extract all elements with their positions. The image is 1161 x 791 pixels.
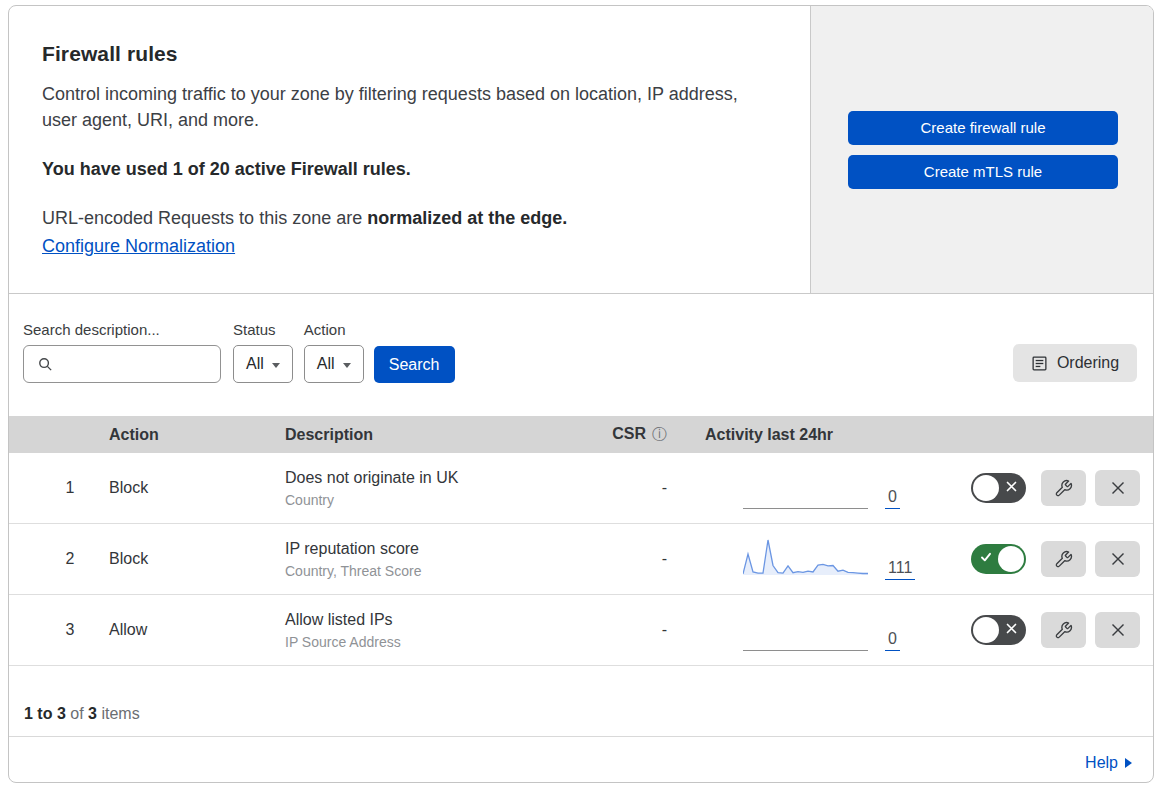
activity-flatline: [743, 650, 868, 651]
table-row: 1BlockDoes not originate in UK Country- 0: [9, 453, 1153, 524]
firewall-rules-card: Firewall rules Control incoming traffic …: [8, 5, 1154, 783]
rule-controls: [929, 612, 1153, 648]
ordering-icon: [1031, 355, 1048, 372]
search-input[interactable]: [60, 355, 212, 373]
edit-rule-button[interactable]: [1041, 470, 1086, 506]
search-group: Search description...: [23, 321, 221, 383]
wrench-icon: [1054, 550, 1073, 569]
rule-fields: IP Source Address: [285, 634, 585, 650]
rule-description-cell: Does not originate in UK Country: [285, 469, 585, 508]
status-label: Status: [233, 321, 293, 338]
rule-description: IP reputation score: [285, 540, 585, 558]
rule-description: Allow listed IPs: [285, 611, 585, 629]
action-filter-group: Action All: [304, 321, 364, 383]
rule-controls: [929, 541, 1153, 577]
search-input-box[interactable]: [23, 345, 221, 383]
rule-fields: Country, Threat Score: [285, 563, 585, 579]
column-header-activity: Activity last 24hr: [669, 426, 929, 444]
close-icon: [1110, 480, 1126, 496]
usage-summary: You have used 1 of 20 active Firewall ru…: [42, 159, 770, 180]
action-dropdown[interactable]: All: [304, 345, 364, 383]
rule-fields: Country: [285, 492, 585, 508]
status-filter-group: Status All: [233, 321, 293, 383]
search-icon: [38, 357, 53, 372]
rule-enabled-toggle[interactable]: [971, 615, 1026, 645]
ordering-button-label: Ordering: [1057, 354, 1119, 372]
normalization-note: URL-encoded Requests to this zone are no…: [42, 208, 770, 229]
activity-flatline: [743, 508, 868, 509]
header-text-block: Firewall rules Control incoming traffic …: [9, 6, 810, 293]
delete-rule-button[interactable]: [1095, 541, 1140, 577]
toggle-knob: [998, 546, 1024, 572]
rule-controls: [929, 470, 1153, 506]
delete-rule-button[interactable]: [1095, 470, 1140, 506]
check-icon: [980, 544, 992, 574]
rule-csr-value: -: [585, 550, 669, 568]
page-description: Control incoming traffic to your zone by…: [42, 81, 752, 133]
toggle-knob: [973, 617, 999, 643]
rule-activity-cell: 0: [669, 595, 929, 665]
create-mtls-rule-button[interactable]: Create mTLS rule: [848, 155, 1118, 189]
table-header: Action Description CSRⓘ Activity last 24…: [9, 416, 1153, 453]
table-row: 2BlockIP reputation score Country, Threat…: [9, 524, 1153, 595]
search-button[interactable]: Search: [374, 346, 455, 383]
action-value: All: [317, 355, 335, 373]
wrench-icon: [1054, 621, 1073, 640]
help-bar: Help: [9, 737, 1153, 782]
help-arrow-icon: [1125, 758, 1132, 768]
column-header-description: Description: [285, 426, 585, 444]
filter-bar: Search description... Status All Action …: [9, 294, 1153, 416]
table-body: 1BlockDoes not originate in UKCountry-02…: [9, 453, 1153, 666]
chevron-down-icon: [272, 363, 280, 368]
pagination-summary: 1 to 3 of 3 items: [9, 666, 1153, 737]
status-value: All: [246, 355, 264, 373]
column-header-action: Action: [109, 426, 285, 444]
search-label: Search description...: [23, 321, 221, 338]
chevron-down-icon: [343, 363, 351, 368]
rule-enabled-toggle[interactable]: [971, 473, 1026, 503]
wrench-icon: [1054, 479, 1073, 498]
activity-count-link[interactable]: 0: [885, 489, 900, 509]
cross-icon: [1006, 615, 1017, 645]
info-icon[interactable]: ⓘ: [652, 425, 667, 442]
action-label: Action: [304, 321, 364, 338]
header-section: Firewall rules Control incoming traffic …: [9, 6, 1153, 294]
ordering-button[interactable]: Ordering: [1013, 344, 1137, 382]
rule-description: Does not originate in UK: [285, 469, 585, 487]
delete-rule-button[interactable]: [1095, 612, 1140, 648]
cross-icon: [1006, 473, 1017, 503]
rule-priority: 1: [9, 479, 109, 497]
rule-action: Allow: [109, 621, 285, 639]
rule-activity-cell: 111: [669, 524, 929, 594]
edit-rule-button[interactable]: [1041, 612, 1086, 648]
rule-csr-value: -: [585, 479, 669, 497]
rule-priority: 3: [9, 621, 109, 639]
rule-enabled-toggle[interactable]: [971, 544, 1026, 574]
actions-panel: Create firewall rule Create mTLS rule: [810, 6, 1153, 293]
rule-csr-value: -: [585, 621, 669, 639]
rule-action: Block: [109, 550, 285, 568]
create-firewall-rule-button[interactable]: Create firewall rule: [848, 111, 1118, 145]
rule-description-cell: IP reputation score Country, Threat Score: [285, 540, 585, 579]
rule-action: Block: [109, 479, 285, 497]
rule-description-cell: Allow listed IPs IP Source Address: [285, 611, 585, 650]
close-icon: [1110, 551, 1126, 567]
activity-count-link[interactable]: 0: [885, 631, 900, 651]
activity-sparkline: [743, 536, 868, 580]
close-icon: [1110, 622, 1126, 638]
activity-count-link[interactable]: 111: [885, 560, 915, 580]
status-dropdown[interactable]: All: [233, 345, 293, 383]
toggle-knob: [973, 475, 999, 501]
configure-normalization-link[interactable]: Configure Normalization: [42, 236, 235, 256]
help-link[interactable]: Help: [1085, 754, 1132, 772]
edit-rule-button[interactable]: [1041, 541, 1086, 577]
rule-activity-cell: 0: [669, 453, 929, 523]
rule-priority: 2: [9, 550, 109, 568]
table-row: 3AllowAllow listed IPs IP Source Address-…: [9, 595, 1153, 666]
page-title: Firewall rules: [42, 42, 770, 66]
column-header-csr: CSRⓘ: [585, 425, 669, 444]
